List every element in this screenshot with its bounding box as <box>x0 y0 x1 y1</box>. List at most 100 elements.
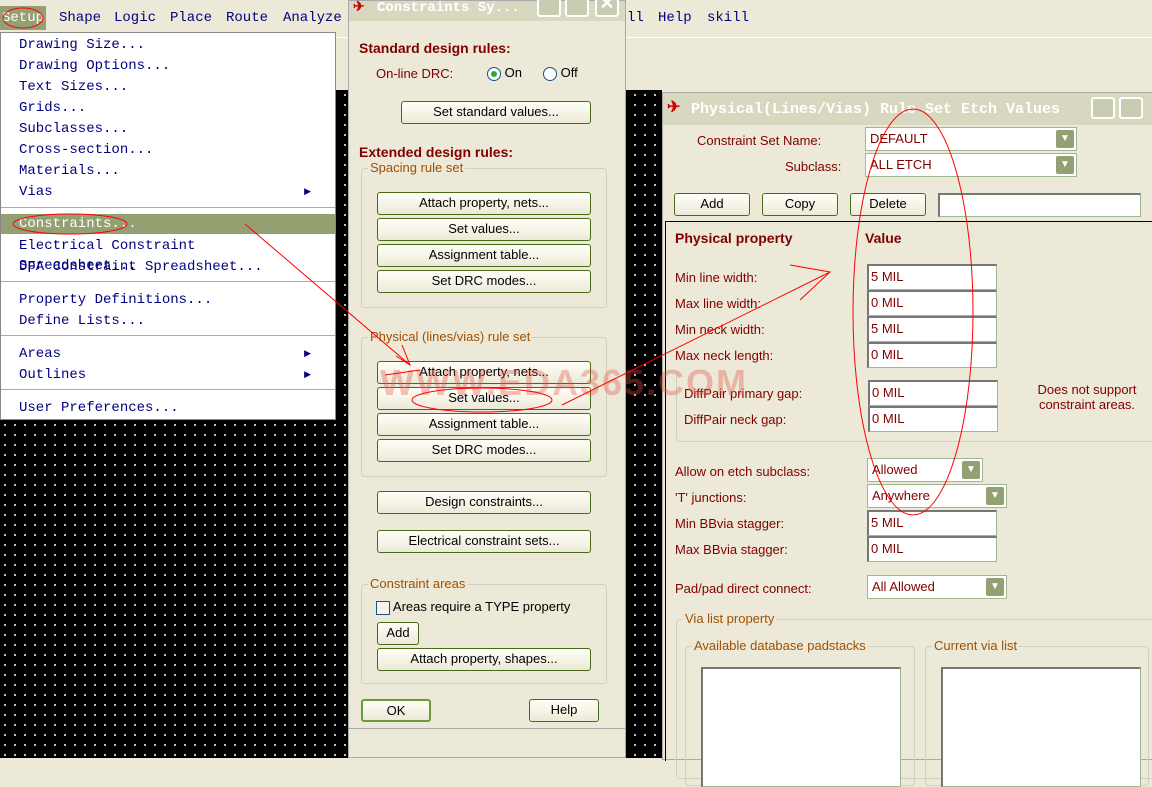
menu-help[interactable]: Help <box>658 10 692 26</box>
min-neck-width-input[interactable]: 5 MIL <box>867 316 997 342</box>
chevron-down-icon: ▼ <box>1056 130 1074 148</box>
menu-shape[interactable]: Shape <box>59 10 101 26</box>
menu-route[interactable]: Route <box>226 10 268 26</box>
group-label: Available database padstacks <box>692 638 868 653</box>
physical-drc-modes-button[interactable]: Set DRC modes... <box>377 439 591 462</box>
available-padstacks-group: Available database padstacks <box>685 638 915 787</box>
value: ALL ETCH <box>870 157 932 172</box>
group-label: Current via list <box>932 638 1020 653</box>
maximize-button[interactable] <box>1119 97 1143 119</box>
diffpair-neck-gap-input[interactable]: 0 MIL <box>868 406 998 432</box>
menu-item-define-lists[interactable]: Define Lists... <box>19 311 319 331</box>
app-icon: ✈ <box>667 99 681 117</box>
subclass-select[interactable]: ALL ETCH ▼ <box>865 153 1077 177</box>
title-bar[interactable]: ✈ Constraints Sy... ✕ <box>349 0 625 21</box>
menu-item-grids[interactable]: Grids... <box>19 98 319 118</box>
radio-icon <box>543 66 557 81</box>
value: Anywhere <box>872 488 930 503</box>
title-bar[interactable]: ✈ Physical(Lines/Vias) Rule Set Etch Val… <box>663 93 1152 125</box>
menu-analyze[interactable]: Analyze <box>283 10 342 26</box>
menu-place[interactable]: Place <box>170 10 212 26</box>
minimize-button[interactable] <box>1091 97 1115 119</box>
physical-rule-set-group: Physical (lines/vias) rule set Attach pr… <box>361 329 607 477</box>
property-label: Max BBvia stagger: <box>675 542 788 557</box>
watermark: WWW.EDA365.COM <box>380 362 749 403</box>
ok-button[interactable]: OK <box>361 699 431 722</box>
spacing-drc-modes-button[interactable]: Set DRC modes... <box>377 270 591 293</box>
add-area-button[interactable]: Add <box>377 622 419 645</box>
dialog-title: Constraints Sy... <box>377 0 520 16</box>
physical-rule-set-dialog: ✈ Physical(Lines/Vias) Rule Set Etch Val… <box>662 92 1152 787</box>
maximize-button[interactable] <box>565 0 589 17</box>
menu-item-drawing-size[interactable]: Drawing Size... <box>19 35 319 55</box>
menu-item-user-preferences[interactable]: User Preferences... <box>19 398 319 418</box>
attach-shapes-button[interactable]: Attach property, shapes... <box>377 648 591 671</box>
constraint-set-name-label: Constraint Set Name: <box>697 133 822 148</box>
radio-icon <box>487 66 501 81</box>
no-areas-note: Does not support constraint areas. <box>1037 382 1137 412</box>
menu-item-vias[interactable]: Vias ▶ <box>19 182 319 202</box>
diffpair-primary-gap-input[interactable]: 0 MIL <box>868 380 998 406</box>
spacing-attach-nets-button[interactable]: Attach property, nets... <box>377 192 591 215</box>
column-header-value: Value <box>865 230 902 246</box>
subclass-label: Subclass: <box>785 159 842 174</box>
menu-setup[interactable]: Setup <box>0 6 47 30</box>
add-button[interactable]: Add <box>674 193 750 216</box>
separator <box>1 281 335 283</box>
setup-dropdown-menu: Drawing Size... Drawing Options... Text … <box>0 32 336 420</box>
menu-item-drawing-options[interactable]: Drawing Options... <box>19 56 319 76</box>
menu-item-property-definitions[interactable]: Property Definitions... <box>19 290 319 310</box>
property-label: Allow on etch subclass: <box>675 464 811 479</box>
min-line-width-input[interactable]: 5 MIL <box>867 264 997 290</box>
drc-off-radio[interactable]: Off <box>543 65 578 81</box>
menu-item-constraints[interactable]: Constraints... <box>1 214 335 234</box>
spacing-assignment-table-button[interactable]: Assignment table... <box>377 244 591 267</box>
menu-item-cross-section[interactable]: Cross-section... <box>19 140 319 160</box>
label: On <box>504 65 522 80</box>
menu-item-areas[interactable]: Areas ▶ <box>19 344 319 364</box>
minimize-button[interactable] <box>537 0 561 17</box>
extended-rules-heading: Extended design rules: <box>359 144 514 160</box>
t-junctions-select[interactable]: Anywhere ▼ <box>867 484 1007 508</box>
menu-item-dfa-spreadsheet[interactable]: DFA Constraint Spreadsheet... <box>19 257 319 277</box>
available-padstacks-list[interactable] <box>701 667 901 787</box>
property-label: Max neck length: <box>675 348 774 363</box>
menu-item-materials[interactable]: Materials... <box>19 161 319 181</box>
menu-item-text-sizes[interactable]: Text Sizes... <box>19 77 319 97</box>
allow-etch-select[interactable]: Allowed ▼ <box>867 458 983 482</box>
property-label: Max line width: <box>675 296 761 311</box>
drc-on-radio[interactable]: On <box>487 65 522 81</box>
separator <box>1 335 335 337</box>
areas-type-checkbox[interactable]: Areas require a TYPE property <box>376 599 570 615</box>
constraint-areas-group: Constraint areas Areas require a TYPE pr… <box>361 576 607 684</box>
label: Areas require a TYPE property <box>392 599 571 614</box>
current-via-list[interactable] <box>941 667 1141 787</box>
constraint-set-name-select[interactable]: DEFAULT ▼ <box>865 127 1077 151</box>
submenu-arrow-icon: ▶ <box>304 370 311 380</box>
property-label: Min BBvia stagger: <box>675 516 785 531</box>
menu-skill[interactable]: skill <box>707 10 749 26</box>
spacing-set-values-button[interactable]: Set values... <box>377 218 591 241</box>
copy-button[interactable]: Copy <box>762 193 838 216</box>
min-bbvia-stagger-input[interactable]: 5 MIL <box>867 510 997 536</box>
menu-logic[interactable]: Logic <box>114 10 156 26</box>
menu-item-outlines[interactable]: Outlines ▶ <box>19 365 319 385</box>
close-button[interactable]: ✕ <box>595 0 619 17</box>
physical-assignment-table-button[interactable]: Assignment table... <box>377 413 591 436</box>
set-standard-values-button[interactable]: Set standard values... <box>401 101 591 124</box>
design-constraints-button[interactable]: Design constraints... <box>377 491 591 514</box>
pad-connect-select[interactable]: All Allowed ▼ <box>867 575 1007 599</box>
max-line-width-input[interactable]: 0 MIL <box>867 290 997 316</box>
delete-button[interactable]: Delete <box>850 193 926 216</box>
menu-item-electrical-spreadsheet[interactable]: Electrical Constraint Spreadsheet... <box>19 236 319 274</box>
menu-item-subclasses[interactable]: Subclasses... <box>19 119 319 139</box>
current-via-list-group: Current via list <box>925 638 1149 787</box>
new-set-name-input[interactable] <box>938 193 1141 217</box>
menu-partial[interactable]: ll <box>627 10 644 26</box>
submenu-arrow-icon: ▶ <box>304 349 311 359</box>
help-button[interactable]: Help <box>529 699 599 722</box>
label: Areas <box>19 346 62 362</box>
max-bbvia-stagger-input[interactable]: 0 MIL <box>867 536 997 562</box>
electrical-constraint-sets-button[interactable]: Electrical constraint sets... <box>377 530 591 553</box>
max-neck-length-input[interactable]: 0 MIL <box>867 342 997 368</box>
